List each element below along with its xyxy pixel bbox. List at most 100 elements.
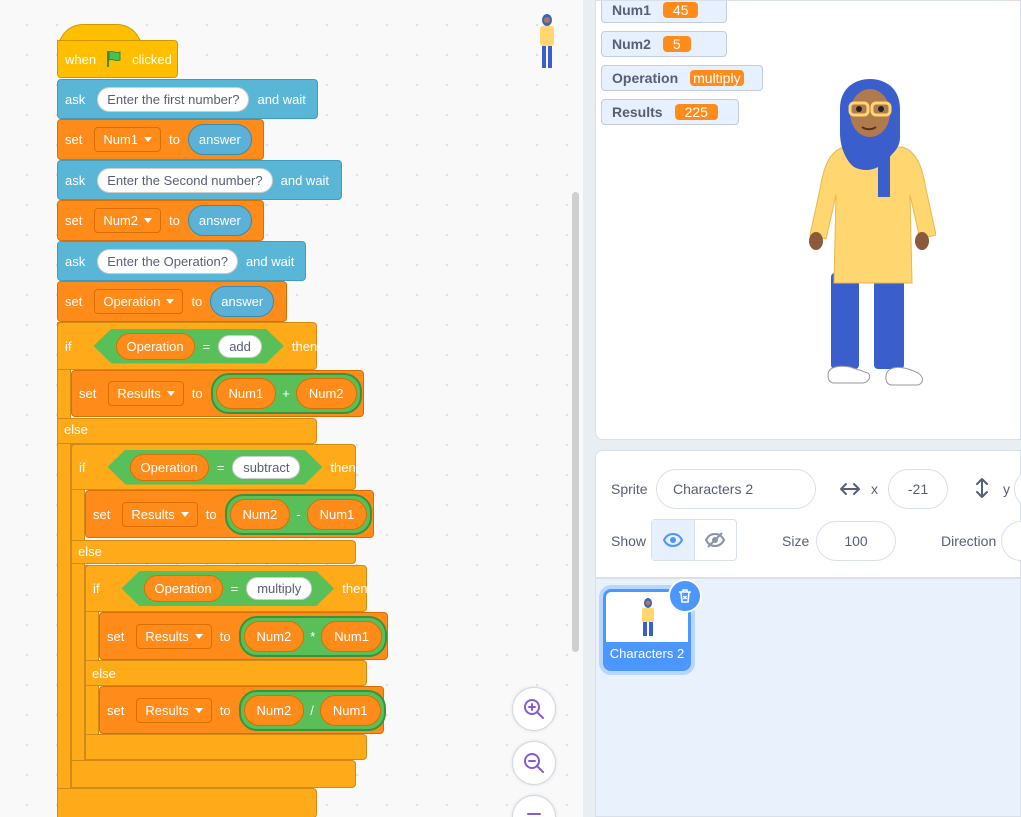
set-label: set [107,628,125,644]
num1-reporter[interactable]: Num1 [306,498,368,530]
equals-sign: = [230,581,239,596]
green-flag-icon [107,50,121,67]
show-hidden-button[interactable] [695,520,737,560]
set-num2-block[interactable]: set Num2 to answer [57,200,264,241]
ask-label: ask [65,253,86,269]
set-results-divide-block[interactable]: set Results to Num2 / Num1 [99,686,386,734]
to-label: to [169,132,180,147]
zoom-out-icon [524,753,544,773]
num2-reporter[interactable]: Num2 [295,378,357,409]
num1-reporter[interactable]: Num1 [319,694,381,726]
if-block-3[interactable]: if Operation = multiply then [85,565,368,612]
show-visible-button[interactable] [652,520,695,560]
sprite-name-input[interactable]: Characters 2 [656,469,816,509]
num1-reporter[interactable]: Num1 [321,620,382,652]
sprite-thumbnail-preview [540,14,554,68]
variable-monitor-operation: Operation multiply [601,65,763,91]
then-label: then [330,459,356,475]
size-input[interactable]: 100 [816,521,896,561]
set-label: set [65,294,83,309]
plus-sign: + [282,386,290,401]
subtract-operator[interactable]: Num2 - Num1 [224,493,373,535]
variable-dropdown[interactable]: Num1 [94,127,162,152]
set-results-subtract-block[interactable]: set Results to Num2 - Num1 [85,490,374,538]
x-position-input[interactable]: -21 [888,469,948,509]
num2-reporter[interactable]: Num2 [243,620,305,652]
compare-input[interactable]: subtract [232,456,300,479]
character-sprite[interactable] [806,75,936,395]
y-position-input[interactable] [1014,469,1021,509]
variable-dropdown[interactable]: Num2 [94,208,162,233]
set-num1-block[interactable]: set Num1 to answer [57,119,264,160]
equals-sign: = [216,459,225,475]
answer-reporter[interactable]: answer [210,286,275,317]
compare-input[interactable]: multiply [246,577,312,600]
zoom-in-icon [524,699,544,719]
answer-reporter[interactable]: answer [187,205,252,236]
monitor-value: multiply [690,70,744,86]
code-area-scrollbar[interactable] [572,192,579,652]
else-label: else [92,666,116,681]
variable-dropdown[interactable]: Results [136,697,212,723]
multiply-operator[interactable]: Num2 * Num1 [238,615,387,657]
ask-question-input[interactable]: Enter the Operation? [97,248,238,274]
zoom-in-button[interactable] [512,687,556,731]
set-results-multiply-block[interactable]: set Results to Num2 * Num1 [99,612,388,660]
equals-condition[interactable]: Operation = add [94,329,284,364]
ask-block-2[interactable]: ask Enter the Second number? and wait [57,160,342,200]
divide-operator[interactable]: Num2 / Num1 [238,689,386,731]
trash-icon [679,589,691,603]
if-else-1-bottom [57,788,317,817]
monitor-label: Num2 [612,36,651,52]
equals-sign: = [202,338,211,354]
ask-block-1[interactable]: ask Enter the first number? and wait [57,79,318,119]
eye-slash-icon [705,532,726,548]
add-operator[interactable]: Num1 + Num2 [210,373,362,414]
direction-input[interactable] [1001,521,1021,561]
eye-icon [662,533,683,547]
set-results-add-block[interactable]: set Results to Num1 + Num2 [71,370,364,417]
set-label: set [65,132,83,147]
num1-reporter[interactable]: Num1 [215,378,277,409]
equals-condition[interactable]: Operation = subtract [108,450,323,485]
when-flag-clicked-block[interactable]: when clicked [57,40,178,78]
monitor-value: 45 [662,2,699,18]
ask-block-3[interactable]: ask Enter the Operation? and wait [57,241,306,281]
if-label: if [93,581,100,596]
code-area[interactable]: when clicked ask Enter the first number?… [0,0,583,817]
answer-reporter[interactable]: answer [187,124,252,155]
ask-question-input[interactable]: Enter the Second number? [97,167,273,193]
set-operation-block[interactable]: set Operation to answer [57,281,287,322]
num2-reporter[interactable]: Num2 [243,694,305,726]
if-block-2[interactable]: if Operation = subtract then [71,444,356,490]
size-label: Size [782,533,810,549]
sprite-name-value: Characters 2 [673,481,754,497]
if-else-2-else-bar [71,540,356,564]
zoom-reset-button[interactable] [512,795,556,817]
stage[interactable]: Num1 45 Num2 5 Operation multiply Result… [595,0,1021,440]
variable-dropdown[interactable]: Results [108,381,184,406]
sprite-label: Sprite [611,481,648,497]
variable-dropdown[interactable]: Results [122,501,198,527]
zoom-out-button[interactable] [512,741,556,785]
variable-dropdown[interactable]: Results [136,623,212,649]
then-label: then [342,581,368,596]
variable-dropdown[interactable]: Operation [94,289,184,314]
delete-sprite-button[interactable] [668,579,702,613]
then-label: then [291,338,318,354]
panel-divider [583,0,595,817]
equals-condition[interactable]: Operation = multiply [122,571,335,606]
ask-label: ask [65,91,86,107]
operation-reporter[interactable]: Operation [116,333,195,360]
operation-reporter[interactable]: Operation [130,454,209,481]
ask-question-input[interactable]: Enter the first number? [97,86,250,112]
show-label: Show [611,533,647,549]
compare-input[interactable]: add [218,335,262,358]
if-block-1[interactable]: if Operation = add then [57,322,317,370]
x-value: -21 [907,481,929,497]
num2-reporter[interactable]: Num2 [229,498,291,530]
operation-reporter[interactable]: Operation [144,575,223,602]
if-else-2-arm [71,444,85,788]
if-else-3-else-bar [85,660,367,686]
show-toggle-group [651,519,737,561]
